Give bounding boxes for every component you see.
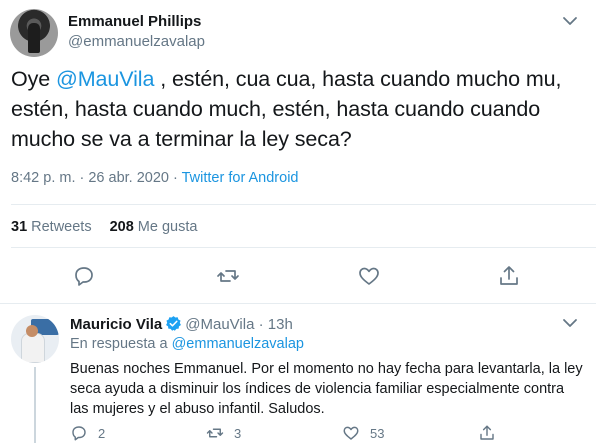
- like-icon: [342, 424, 370, 442]
- verified-icon: [165, 315, 182, 332]
- reply-icon: [70, 424, 98, 442]
- mention-link[interactable]: @emmanuelzavalap: [172, 336, 304, 352]
- tweet-text: Oye @MauVila , estén, cua cua, hasta cua…: [11, 64, 589, 154]
- reply-header: Mauricio Vila @MauVila · 13h: [70, 315, 293, 333]
- tweet-text: Buenas noches Emmanuel. Por el momento n…: [70, 361, 583, 417]
- author-handle[interactable]: @MauVila: [185, 316, 254, 333]
- likes-count: 208: [109, 219, 134, 235]
- reply-count: 2: [98, 425, 106, 441]
- like-count: 53: [370, 425, 385, 441]
- replying-prefix: En respuesta a: [70, 336, 172, 352]
- likes-label: Me gusta: [137, 219, 198, 235]
- retweets-label: Retweets: [31, 219, 92, 235]
- like-button[interactable]: 53: [342, 423, 384, 443]
- reply-button[interactable]: 2: [70, 423, 105, 443]
- author-name[interactable]: Mauricio Vila: [70, 316, 162, 333]
- source-link[interactable]: Twitter for Android: [182, 170, 299, 186]
- author-handle[interactable]: @emmanuelzavalap: [68, 33, 205, 50]
- retweet-icon[interactable]: [216, 264, 240, 288]
- divider: [11, 204, 596, 205]
- avatar[interactable]: [11, 315, 59, 363]
- share-button[interactable]: [478, 423, 506, 443]
- reply-icon[interactable]: [72, 264, 96, 288]
- author-name[interactable]: Emmanuel Phillips: [68, 13, 201, 30]
- avatar[interactable]: [10, 9, 58, 57]
- tweet-meta: 8:42 p. m. · 26 abr. 2020 · Twitter for …: [11, 170, 298, 186]
- retweet-button[interactable]: 3: [206, 423, 241, 443]
- divider: [11, 247, 596, 248]
- retweet-count: 3: [234, 425, 242, 441]
- retweets-count: 31: [11, 219, 28, 235]
- action-bar: [0, 264, 596, 288]
- likes-stat[interactable]: 208 Me gusta: [110, 219, 198, 235]
- retweets-stat[interactable]: 31 Retweets: [11, 219, 92, 235]
- share-icon[interactable]: [497, 264, 521, 288]
- mention-link[interactable]: @MauVila: [56, 67, 154, 91]
- thread-line: [34, 367, 36, 443]
- timestamp[interactable]: 13h: [268, 316, 293, 333]
- caret-down-icon[interactable]: [562, 317, 578, 329]
- share-icon: [478, 424, 506, 442]
- action-bar: 2 3 53: [70, 423, 590, 443]
- tweet-stats: 31 Retweets 208 Me gusta: [11, 219, 197, 235]
- like-icon[interactable]: [357, 264, 381, 288]
- replying-to: En respuesta a @emmanuelzavalap: [70, 336, 304, 352]
- retweet-icon: [206, 424, 234, 442]
- main-tweet: Emmanuel Phillips @emmanuelzavalap Oye @…: [0, 0, 596, 304]
- time-separator: ·: [258, 316, 264, 333]
- timestamp[interactable]: 8:42 p. m. · 26 abr. 2020 ·: [11, 170, 182, 186]
- caret-down-icon[interactable]: [562, 15, 578, 27]
- tweet-text-prefix: Oye: [11, 67, 57, 91]
- reply-tweet[interactable]: Mauricio Vila @MauVila · 13h En respuesta…: [0, 305, 596, 447]
